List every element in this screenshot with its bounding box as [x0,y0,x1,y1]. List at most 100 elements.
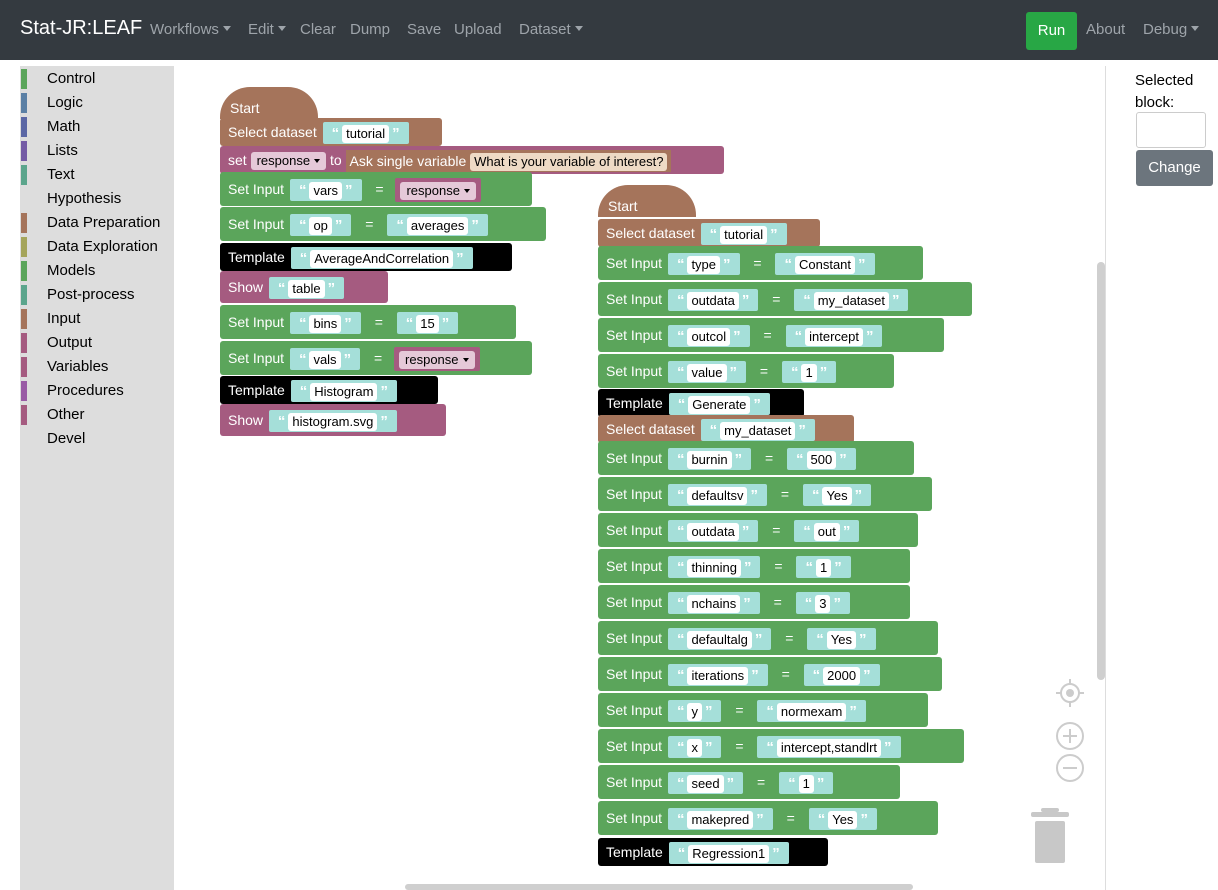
toolbox-data-preparation[interactable]: Data Preparation [20,213,174,237]
text-block[interactable]: “nchains” [667,592,760,615]
template-block[interactable]: Template “Histogram” [220,376,438,404]
set-input-block[interactable]: Set Input “x” = “intercept,standlrt” [598,729,964,763]
menu-upload[interactable]: Upload [454,21,502,38]
text-block[interactable]: “thinning” [667,556,761,579]
text-block[interactable]: “Histogram” [290,380,397,403]
text-block[interactable]: “1” [781,361,837,384]
menu-about[interactable]: About [1086,21,1125,38]
text-block[interactable]: “Generate” [668,393,770,416]
set-input-block[interactable]: Set Input “vars” = response [220,172,532,206]
trash-icon[interactable] [1029,808,1071,864]
vertical-scrollbar[interactable] [1097,262,1105,680]
set-input-block[interactable]: Set Input “seed” = “1” [598,765,900,799]
text-block[interactable]: “outcol” [667,325,750,348]
toolbox-logic[interactable]: Logic [20,93,174,117]
text-block[interactable]: “normexam” [757,700,866,723]
text-block[interactable]: “intercept,standlrt” [757,736,901,759]
text-block[interactable]: “Yes” [808,808,877,831]
text-block[interactable]: “out” [794,520,860,543]
set-input-block[interactable]: Set Input “burnin” = “500” [598,441,914,475]
toolbox-control[interactable]: Control [20,69,174,93]
selected-block-field[interactable] [1136,112,1206,148]
set-input-block[interactable]: Set Input “y” = “normexam” [598,693,928,727]
template-block[interactable]: Template “Regression1” [598,838,828,866]
toolbox-procedures[interactable]: Procedures [20,381,174,405]
toolbox-data-exploration[interactable]: Data Exploration [20,237,174,261]
menu-workflows[interactable]: Workflows [150,21,231,38]
toolbox-hypothesis[interactable]: Hypothesis [20,189,174,213]
set-input-block[interactable]: Set Input “bins” = “15” [220,305,516,339]
set-input-block[interactable]: Set Input “outdata” = “out” [598,513,918,547]
text-block[interactable]: “Yes” [807,628,876,651]
text-block[interactable]: “tutorial” [322,122,409,145]
show-block[interactable]: Show “table” [220,271,388,303]
show-block[interactable]: Show “histogram.svg” [220,404,446,436]
text-block[interactable]: “averages” [387,214,488,237]
text-block[interactable]: “x” [667,736,722,759]
text-block[interactable]: “seed” [667,772,744,795]
set-input-block[interactable]: Set Input “op” = “averages” [220,207,546,241]
text-block[interactable]: “type” [667,253,740,276]
text-block[interactable]: “outdata” [667,289,759,312]
toolbox-post-process[interactable]: Post-process [20,285,174,309]
run-button[interactable]: Run [1026,12,1077,50]
text-block[interactable]: “vals” [289,348,361,371]
text-block[interactable]: “makepred” [667,808,773,831]
set-input-block[interactable]: Set Input “value” = “1” [598,354,894,388]
change-button[interactable]: Change [1136,150,1213,186]
text-block[interactable]: “my_dataset” [794,289,909,312]
text-block[interactable]: “vars” [289,179,362,202]
toolbox-output[interactable]: Output [20,333,174,357]
toolbox-lists[interactable]: Lists [20,141,174,165]
menu-debug[interactable]: Debug [1143,21,1200,38]
text-block[interactable]: “AverageAndCorrelation” [290,247,473,270]
set-input-block[interactable]: Set Input “outdata” = “my_dataset” [598,282,972,316]
text-block[interactable]: “1” [796,556,851,579]
menu-dump[interactable]: Dump [350,21,390,38]
menu-clear[interactable]: Clear [300,21,336,38]
text-block[interactable]: “tutorial” [700,223,787,246]
text-block[interactable]: “bins” [289,312,361,335]
start-block[interactable]: Start [598,185,696,217]
start-block[interactable]: Start [220,87,318,119]
text-block[interactable]: “Constant” [775,253,875,276]
text-block[interactable]: “table” [268,277,345,300]
text-block[interactable]: “burnin” [667,448,752,471]
text-block[interactable]: “iterations” [667,664,768,687]
text-block[interactable]: “2000” [803,664,880,687]
text-block[interactable]: “my_dataset” [700,419,815,442]
set-input-block[interactable]: Set Input “defaultalg” = “Yes” [598,621,938,655]
menu-save[interactable]: Save [407,21,441,38]
set-variable-block[interactable]: set response to Ask single variable What… [220,146,724,174]
text-block[interactable]: “y” [667,700,722,723]
variable-block[interactable]: response [395,178,481,203]
text-block[interactable]: “defaultsv” [667,484,767,507]
text-block[interactable]: “op” [289,214,352,237]
template-block[interactable]: Template “Generate” [598,389,804,417]
blockly-workspace[interactable]: Start Select dataset “tutorial” set resp… [175,66,1106,890]
toolbox-variables[interactable]: Variables [20,357,174,381]
toolbox-text[interactable]: Text [20,165,174,189]
text-block[interactable]: “value” [667,361,747,384]
set-input-block[interactable]: Set Input “makepred” = “Yes” [598,801,938,835]
recenter-icon[interactable] [1055,678,1085,708]
zoom-out-icon[interactable] [1055,753,1085,783]
set-input-block[interactable]: Set Input “iterations” = “2000” [598,657,942,691]
variable-block[interactable]: response [394,347,480,372]
text-block[interactable]: “histogram.svg” [268,410,397,433]
text-block[interactable]: “15” [396,312,459,335]
menu-edit[interactable]: Edit [248,21,286,38]
text-block[interactable]: “intercept” [785,325,883,348]
ask-variable-block[interactable]: Ask single variable What is your variabl… [345,150,672,173]
text-block[interactable]: “Yes” [802,484,872,507]
text-block[interactable]: “defaultalg” [667,628,772,651]
text-block[interactable]: “500” [787,448,856,471]
set-input-block[interactable]: Set Input “thinning” = “1” [598,549,910,583]
select-dataset-block[interactable]: Select dataset “tutorial” [598,219,820,247]
toolbox-input[interactable]: Input [20,309,174,333]
text-block[interactable]: “1” [779,772,834,795]
select-dataset-block[interactable]: Select dataset “my_dataset” [598,415,854,443]
text-block[interactable]: “outdata” [667,520,759,543]
set-input-block[interactable]: Set Input “outcol” = “intercept” [598,318,944,352]
variable-dropdown[interactable]: response [250,152,327,170]
